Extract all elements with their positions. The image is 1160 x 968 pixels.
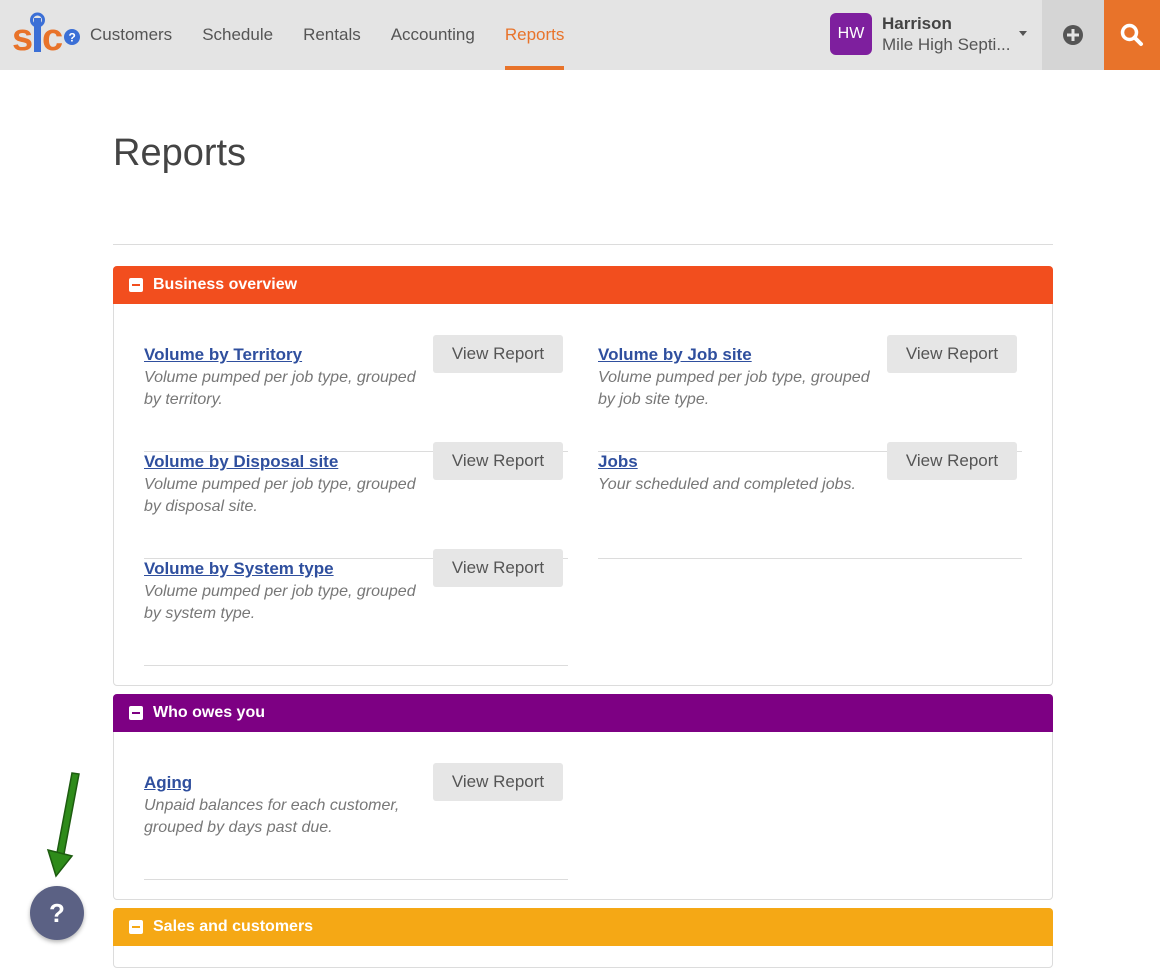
report-item: Volume by Job site Volume pumped per job… — [598, 335, 1022, 452]
report-item: Aging Unpaid balances for each customer,… — [144, 763, 568, 880]
nav-label: Customers — [90, 25, 173, 44]
search-icon — [1120, 23, 1143, 46]
report-item: Volume by Territory Volume pumped per jo… — [144, 335, 568, 452]
view-report-button[interactable]: View Report — [887, 335, 1017, 373]
collapse-icon — [129, 920, 143, 934]
user-name: Harrison — [882, 14, 952, 33]
help-button[interactable]: ? — [30, 886, 84, 940]
section-title: Who owes you — [153, 704, 265, 721]
report-description: Volume pumped per job type, grouped by s… — [144, 583, 416, 622]
page-title: Reports — [113, 132, 247, 174]
view-report-button[interactable]: View Report — [433, 335, 563, 373]
view-report-button[interactable]: View Report — [433, 442, 563, 480]
section-title: Business overview — [153, 276, 298, 293]
collapse-icon — [129, 278, 143, 292]
plus-circle-icon — [1063, 25, 1083, 45]
section-business-overview: Business overview Volume by Territory Vo… — [113, 266, 1053, 686]
report-description: Volume pumped per job type, grouped by j… — [598, 369, 870, 408]
svg-text:c: c — [42, 17, 63, 58]
nav-rentals[interactable]: Rentals — [288, 0, 376, 70]
search-button[interactable] — [1104, 0, 1160, 70]
section-header[interactable]: Who owes you — [113, 694, 1053, 732]
report-item: Volume by Disposal site Volume pumped pe… — [144, 442, 568, 559]
section-sales-and-customers: Sales and customers — [113, 908, 1053, 968]
nav-accounting[interactable]: Accounting — [376, 0, 490, 70]
report-link[interactable]: Jobs — [598, 452, 638, 472]
report-description: Volume pumped per job type, grouped by d… — [144, 476, 416, 515]
view-report-button[interactable]: View Report — [887, 442, 1017, 480]
user-menu[interactable]: HW Harrison Mile High Septi... — [830, 13, 1035, 57]
view-report-button[interactable]: View Report — [433, 549, 563, 587]
view-report-button[interactable]: View Report — [433, 763, 563, 801]
report-item: Volume by System type Volume pumped per … — [144, 549, 568, 666]
nav-label: Schedule — [202, 25, 274, 44]
collapse-icon — [129, 706, 143, 720]
top-bar: s c ? Customers Schedule Rentals Account… — [0, 0, 1160, 70]
report-link[interactable]: Volume by Job site — [598, 345, 752, 365]
main-nav: Customers Schedule Rentals Accounting Re… — [75, 0, 579, 70]
section-who-owes-you: Who owes you Aging Unpaid balances for e… — [113, 694, 1053, 900]
sic-logo-icon[interactable]: s c ? — [12, 12, 82, 58]
report-link[interactable]: Volume by Territory — [144, 345, 302, 365]
nav-label: Accounting — [390, 25, 475, 44]
report-link[interactable]: Volume by Disposal site — [144, 452, 338, 472]
nav-schedule[interactable]: Schedule — [187, 0, 288, 70]
section-header[interactable]: Business overview — [113, 266, 1053, 304]
report-description: Volume pumped per job type, grouped by t… — [144, 369, 416, 408]
nav-label: Rentals — [303, 25, 361, 44]
section-header[interactable]: Sales and customers — [113, 908, 1053, 946]
report-item: Jobs Your scheduled and completed jobs. … — [598, 442, 1022, 559]
nav-customers[interactable]: Customers — [75, 0, 187, 70]
user-company: Mile High Septi... — [882, 35, 1011, 54]
divider — [113, 244, 1053, 245]
help-label: ? — [49, 897, 65, 928]
report-description: Your scheduled and completed jobs. — [598, 476, 856, 493]
avatar: HW — [830, 13, 872, 55]
add-button[interactable] — [1042, 0, 1104, 70]
section-title: Sales and customers — [153, 918, 314, 935]
nav-reports[interactable]: Reports — [490, 0, 580, 70]
report-description: Unpaid balances for each customer, group… — [144, 797, 400, 836]
chevron-down-icon — [1019, 31, 1027, 36]
svg-text:s: s — [12, 17, 33, 58]
report-link[interactable]: Aging — [144, 773, 192, 793]
nav-label: Reports — [504, 25, 565, 44]
report-link[interactable]: Volume by System type — [144, 559, 334, 579]
arrow-down-icon — [46, 772, 80, 878]
